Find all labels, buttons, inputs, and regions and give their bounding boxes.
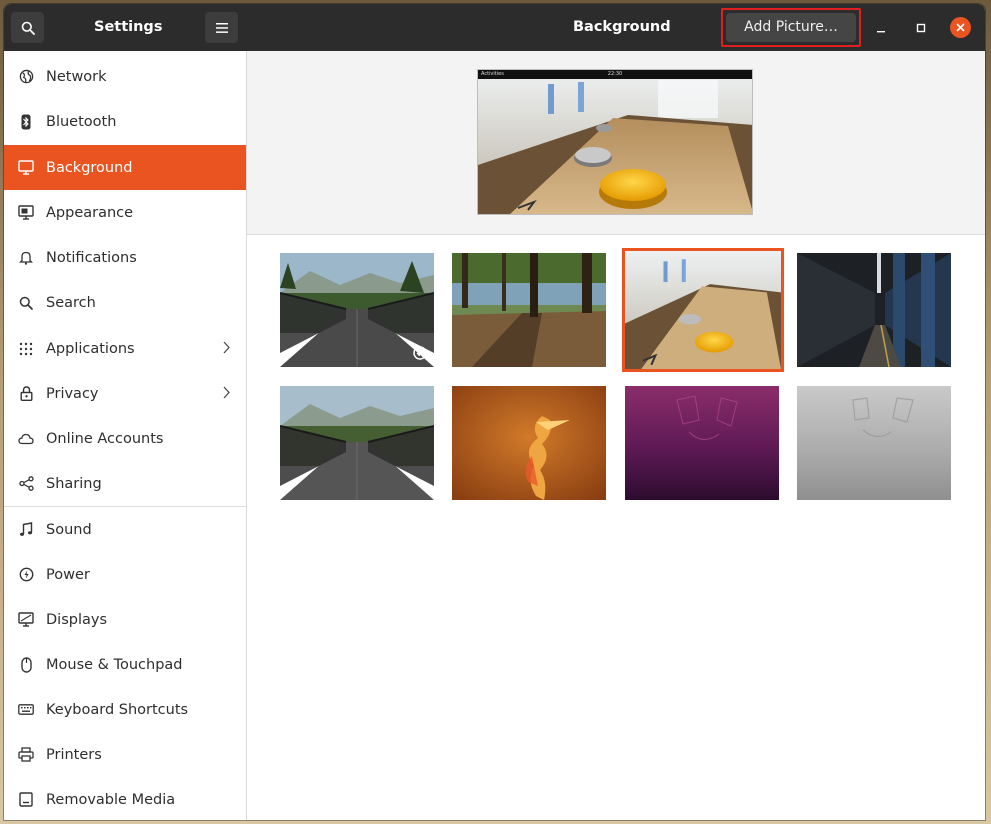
- bell-icon: [18, 250, 34, 266]
- sidebar-item-label: Network: [46, 68, 107, 85]
- sidebar-item-removable-media[interactable]: Removable Media: [4, 777, 246, 820]
- search-icon: [18, 295, 34, 311]
- display-icon: [18, 612, 34, 628]
- close-button[interactable]: [950, 17, 971, 38]
- sidebar-item-privacy[interactable]: Privacy: [4, 371, 246, 416]
- sidebar-item-label: Notifications: [46, 249, 137, 266]
- settings-title: Settings: [94, 19, 163, 35]
- applications-grid-icon: [18, 341, 34, 357]
- add-picture-highlight: Add Picture…: [721, 8, 861, 47]
- appearance-icon: [18, 205, 34, 221]
- sidebar-item-appearance[interactable]: Appearance: [4, 190, 246, 235]
- maximize-icon: [916, 23, 926, 33]
- header-bar: Settings Background Add Picture…: [4, 4, 985, 51]
- chevron-right-icon: [223, 341, 230, 354]
- power-icon: [18, 567, 34, 583]
- minimize-icon: [877, 31, 885, 33]
- bridge-forest-image: [280, 253, 434, 367]
- forest-lake-image: [452, 253, 606, 367]
- wallpaper-grid: [247, 235, 985, 820]
- sidebar-item-label: Displays: [46, 611, 108, 628]
- sidebar-item-label: Background: [46, 159, 133, 176]
- preview-clock: 22:30: [607, 71, 623, 77]
- bridge-forest-2-image: [280, 386, 434, 500]
- menu-button[interactable]: [205, 12, 238, 43]
- sidebar-item-search[interactable]: Search: [4, 280, 246, 325]
- wallpaper-thumbnail-bridge-forest-2[interactable]: [280, 386, 434, 500]
- minimize-button[interactable]: [870, 17, 892, 39]
- sidebar-item-label: Bluetooth: [46, 113, 117, 130]
- sidebar-item-label: Appearance: [46, 204, 134, 221]
- sidebar-item-online-accounts[interactable]: Online Accounts: [4, 416, 246, 461]
- sidebar-item-sound[interactable]: Sound: [4, 507, 246, 552]
- wallpaper-thumbnail-subway-corridor[interactable]: [797, 253, 951, 367]
- sidebar-item-applications[interactable]: Applications: [4, 326, 246, 371]
- sidebar-item-printers[interactable]: Printers: [4, 732, 246, 777]
- wallpaper-thumbnail-forest-lake[interactable]: [452, 253, 606, 367]
- sidebar-item-displays[interactable]: Displays: [4, 597, 246, 642]
- desktop-preview: Activities 22:30: [477, 69, 753, 215]
- sidebar-item-label: Sharing: [46, 475, 102, 492]
- wallpaper-thumbnail-shuffleboard[interactable]: [622, 248, 784, 372]
- sidebar-item-network[interactable]: Network: [4, 54, 246, 99]
- cloud-icon: [18, 431, 34, 447]
- wallpaper-thumbnail-grey-abstract[interactable]: [797, 386, 951, 500]
- mouse-icon: [18, 656, 34, 673]
- chevron-right-icon: [223, 386, 230, 399]
- sidebar-item-sharing[interactable]: Sharing: [4, 461, 246, 506]
- wallpaper-thumbnail-bridge-forest[interactable]: [280, 253, 434, 367]
- sidebar-item-keyboard-shortcuts[interactable]: Keyboard Shortcuts: [4, 687, 246, 732]
- current-wallpaper-check-icon: [413, 346, 427, 360]
- hamburger-icon: [215, 22, 228, 33]
- search-icon: [21, 21, 35, 35]
- sidebar-item-power[interactable]: Power: [4, 552, 246, 597]
- network-icon: [18, 69, 34, 85]
- sidebar-item-label: Privacy: [46, 385, 99, 402]
- sidebar-item-bluetooth[interactable]: Bluetooth: [4, 99, 246, 144]
- background-preview-area: Activities 22:30: [247, 51, 985, 235]
- sidebar-item-label: Search: [46, 294, 96, 311]
- background-icon: [18, 160, 34, 176]
- panel-title: Background: [573, 19, 671, 35]
- sidebar-item-label: Sound: [46, 521, 92, 538]
- sidebar-item-label: Online Accounts: [46, 430, 164, 447]
- close-icon: [956, 23, 965, 32]
- removable-media-icon: [18, 792, 34, 808]
- sidebar-item-mouse-touchpad[interactable]: Mouse & Touchpad: [4, 642, 246, 687]
- grey-abstract-image: [797, 386, 951, 500]
- printer-icon: [18, 747, 34, 763]
- search-button[interactable]: [11, 12, 44, 43]
- sidebar-item-label: Mouse & Touchpad: [46, 656, 183, 673]
- add-picture-button[interactable]: Add Picture…: [726, 13, 856, 42]
- share-icon: [18, 476, 34, 492]
- sidebar-item-label: Applications: [46, 340, 135, 357]
- sidebar-item-label: Power: [46, 566, 90, 583]
- maximize-button[interactable]: [910, 17, 932, 39]
- sidebar-item-label: Keyboard Shortcuts: [46, 701, 189, 718]
- keyboard-icon: [18, 702, 34, 718]
- music-note-icon: [18, 522, 34, 538]
- shuffleboard-preview-image: [478, 70, 752, 214]
- orange-fish-image: [452, 386, 606, 500]
- wallpaper-thumbnail-purple-abstract[interactable]: [625, 386, 779, 500]
- sidebar-item-background[interactable]: Background: [4, 145, 246, 190]
- sidebar: Network Bluetooth Background Appearance …: [4, 51, 247, 820]
- subway-corridor-image: [797, 253, 951, 367]
- sidebar-item-label: Printers: [46, 746, 102, 763]
- preview-top-panel: Activities 22:30: [478, 70, 752, 79]
- sidebar-item-label: Removable Media: [46, 791, 176, 808]
- sidebar-item-notifications[interactable]: Notifications: [4, 235, 246, 280]
- shuffleboard-image: [625, 251, 781, 369]
- wallpaper-thumbnail-orange-fish[interactable]: [452, 386, 606, 500]
- bluetooth-icon: [18, 114, 34, 130]
- lock-icon: [18, 386, 34, 402]
- settings-window: Settings Background Add Picture… Network…: [4, 4, 985, 820]
- purple-abstract-image: [625, 386, 779, 500]
